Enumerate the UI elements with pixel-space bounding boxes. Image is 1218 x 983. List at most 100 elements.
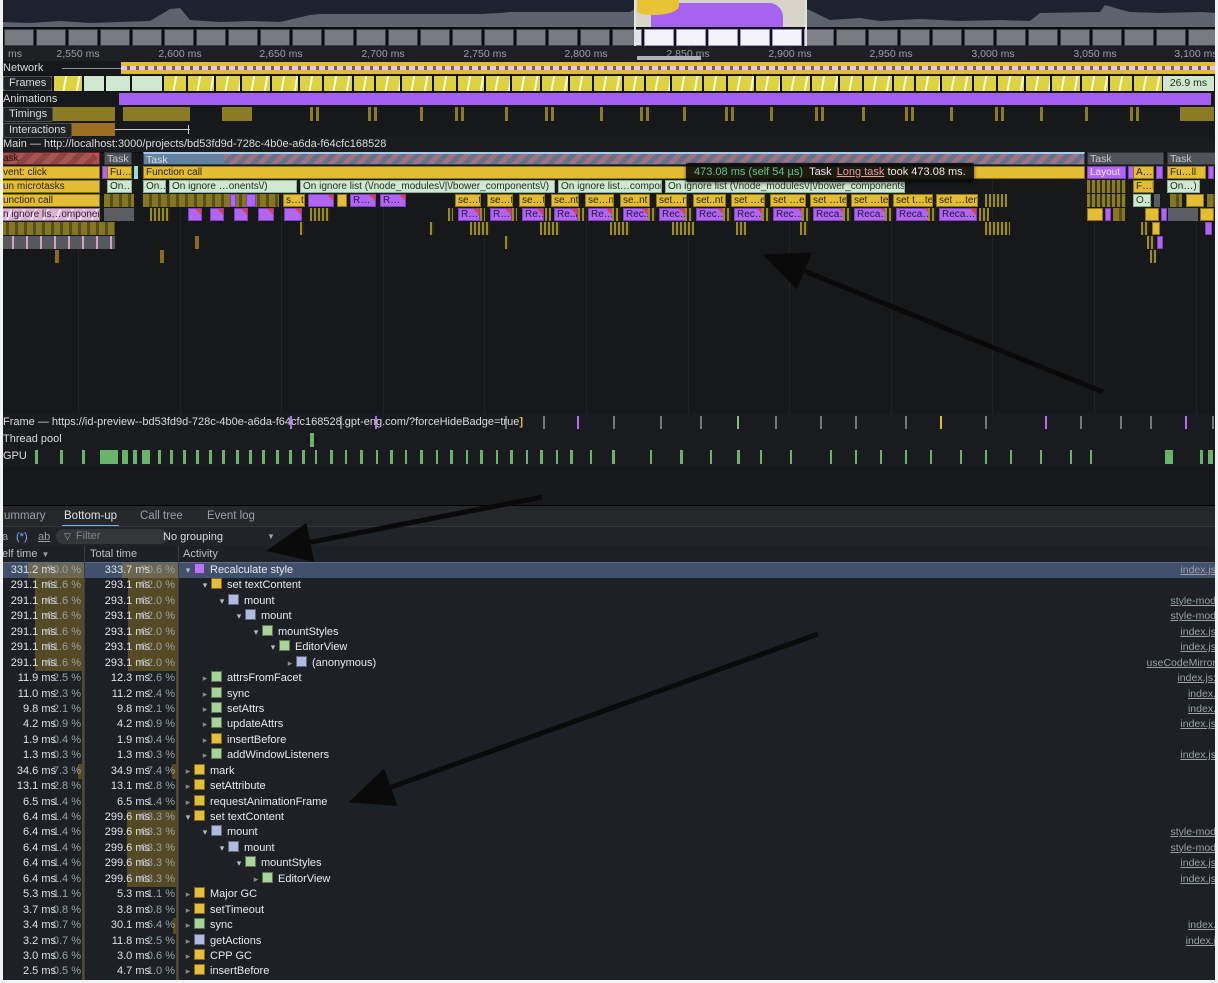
activity-name[interactable]: mountStyles [278,626,339,638]
flame-chip[interactable] [672,222,694,235]
flame-chip[interactable] [1141,222,1149,235]
flame-chip[interactable] [104,208,134,221]
activity-name[interactable]: mark [210,765,234,777]
flame-chip[interactable] [1200,208,1214,221]
activity-name[interactable]: insertBefore [210,965,269,977]
frame-cell[interactable] [512,76,540,91]
frame-cell[interactable] [840,76,862,91]
table-row[interactable]: 5.3 ms1.1 %5.3 ms1.1 %▸Major GC [0,887,1218,902]
table-row[interactable]: 34.6 ms7.3 %34.9 ms7.4 %▸mark [0,764,1218,779]
tab-call-tree[interactable]: Call tree [138,506,185,527]
activity-name[interactable]: setTimeout [210,904,264,916]
source-link[interactable]: index.js [1180,641,1216,653]
frame-cell[interactable] [782,76,810,91]
flame-chip[interactable]: set …tent [851,194,889,207]
expand-icon[interactable]: ▸ [199,689,211,700]
flame-chip[interactable]: se..nt [551,194,579,207]
flame-chip[interactable] [505,236,509,249]
flame-chip[interactable] [800,222,808,235]
frame-cell[interactable] [106,76,130,91]
tooltip-long-task-link[interactable]: Long task [837,166,885,178]
expand-icon[interactable]: ▸ [250,874,262,885]
flame-chip[interactable] [1154,194,1160,207]
frame-cell[interactable] [324,76,352,91]
flame-chip[interactable] [512,208,517,221]
expand-icon[interactable]: ▸ [182,781,194,792]
flame-chip[interactable]: se..nt [620,194,650,207]
flame-chip[interactable] [1087,180,1126,193]
flame-chip[interactable] [0,222,115,235]
frame-cell[interactable] [54,76,82,91]
table-row[interactable]: 11.0 ms2.3 %11.2 ms2.4 %▸syncindex. [0,687,1218,702]
flame-chip[interactable] [104,194,134,207]
frame-cell[interactable] [1026,76,1050,91]
flame-chip[interactable] [230,194,236,207]
flame-chip[interactable]: Task [104,152,132,165]
flame-chip[interactable] [979,208,989,221]
flame-chip[interactable]: F…l [1133,180,1154,193]
flame-chip[interactable] [648,208,656,221]
table-row[interactable]: 9.8 ms2.1 %9.8 ms2.1 %▸setAttrsindex. [0,702,1218,717]
frame-cell[interactable] [376,76,400,91]
flame-chip[interactable]: set …tent [936,194,978,207]
track-frame-url[interactable]: Frame — https://id-preview--bd53fd9d-728… [0,414,1218,432]
source-link[interactable]: index. [1188,919,1216,931]
flame-chip[interactable]: set …ent [770,194,806,207]
column-self-time[interactable]: elf time▼ [2,546,49,562]
expand-icon[interactable]: ▸ [182,951,194,962]
flame-chip[interactable] [1157,236,1163,249]
flame-chip[interactable] [802,208,810,221]
flame-chip[interactable]: Rec…le [659,208,686,221]
thread-pool-label[interactable]: Thread pool [3,433,62,445]
frame-cell[interactable] [458,76,484,91]
track-network[interactable]: Network [0,61,1218,76]
flame-chip[interactable]: set …tent [810,194,847,207]
flame-chip[interactable]: Reca…tyle [896,208,932,221]
source-link[interactable]: index.js [1180,564,1216,576]
flame-chip[interactable] [284,208,302,221]
collapse-icon[interactable]: ▾ [199,580,211,591]
flame-chip[interactable]: Rec..le [623,208,649,221]
track-main-thread[interactable]: Main — http://localhost:3000/projects/bd… [0,137,1218,153]
activity-name[interactable]: set textContent [210,811,284,823]
table-row[interactable]: 291.1 ms61.6 %293.1 ms62.0 %▾mountstyle-… [0,594,1218,609]
activity-name[interactable]: mount [244,842,275,854]
flame-chip[interactable] [685,208,693,221]
flame-chip[interactable] [985,222,1010,235]
interactions-track-label[interactable]: Interactions [3,123,72,138]
match-whole-word-icon[interactable]: ab [38,527,50,547]
selection-handle-right[interactable] [805,0,807,46]
flame-chip[interactable] [1161,208,1167,221]
grouping-dropdown[interactable]: No grouping▼ [163,527,283,547]
flame-chip[interactable]: R…e [458,208,480,221]
flame-chip[interactable]: se…t [487,194,513,207]
source-link[interactable]: style-mod [1170,842,1216,854]
flame-chip[interactable] [210,208,224,221]
flame-chip[interactable] [1087,194,1126,207]
main-flame-chart[interactable]: askTaskTaskTaskTaskvent: clickFu…llFunct… [0,152,1218,414]
flame-chip[interactable]: On ignore list (\/node_modules\/|\/bower… [300,180,555,193]
frame-cell[interactable] [1052,76,1080,91]
flame-chip[interactable]: Re..le [554,208,578,221]
activity-name[interactable]: CPP GC [210,950,252,962]
flame-chip[interactable] [480,208,485,221]
flame-chip[interactable] [1208,166,1214,179]
flame-chip[interactable]: R… [380,194,406,207]
frame-cell[interactable] [132,76,162,91]
flame-chip[interactable] [610,222,630,235]
flame-chip[interactable] [985,194,1007,207]
activity-name[interactable]: EditorView [278,873,330,885]
expand-icon[interactable]: ▸ [182,936,194,947]
collapse-icon[interactable]: ▾ [182,565,194,576]
flame-chip[interactable] [300,222,304,235]
flame-chip[interactable] [308,194,334,207]
activity-name[interactable]: getActions [210,935,261,947]
flame-chip[interactable]: Fu…ll [1167,166,1206,179]
network-track-label[interactable]: Network [3,62,43,74]
flame-chip[interactable]: Reca…yle [854,208,888,221]
frame-cell[interactable] [974,76,996,91]
frame-cell[interactable] [486,76,510,91]
frame-cell[interactable] [434,76,456,91]
source-link[interactable]: index.js [1180,626,1216,638]
source-link[interactable]: index.js: [1177,672,1216,684]
